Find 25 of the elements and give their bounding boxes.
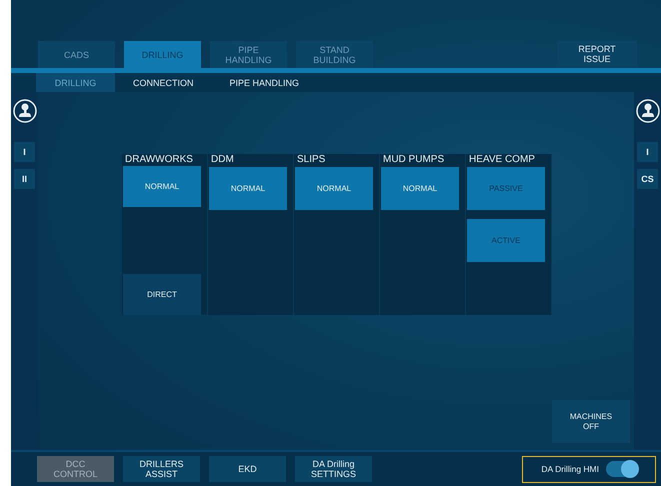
bottom-button[interactable]: DRILLERS ASSIST <box>123 456 200 482</box>
mode-button[interactable]: NORMAL <box>123 166 201 208</box>
machine-title: MUD PUMPS <box>382 154 446 166</box>
mode-button[interactable]: DIRECT <box>123 274 201 315</box>
subtab[interactable]: PIPE HANDLING <box>212 73 318 92</box>
rail-button[interactable]: I <box>637 142 658 162</box>
subtab[interactable]: CONNECTION <box>115 73 212 92</box>
report-issue-button[interactable]: REPORT ISSUE <box>557 41 637 67</box>
joystick-icon[interactable] <box>636 99 660 123</box>
mode-button[interactable]: NORMAL <box>295 167 373 210</box>
toggle-switch[interactable] <box>606 461 637 477</box>
rail-button[interactable]: II <box>14 169 35 189</box>
rail-button[interactable]: I <box>14 142 35 162</box>
mode-button[interactable]: NORMAL <box>209 167 287 210</box>
machine-title: HEAVE COMP <box>468 154 536 166</box>
bottom-button[interactable]: DA Drilling SETTINGS <box>295 456 372 482</box>
machine-title: DRAWWORKS <box>124 154 194 166</box>
machine-title: SLIPS <box>296 154 326 166</box>
bottom-button[interactable]: EKD <box>209 456 286 482</box>
rail-button[interactable]: CS <box>637 169 658 189</box>
machines-off-button[interactable]: MACHINES OFF <box>552 400 630 443</box>
mode-button[interactable]: NORMAL <box>381 167 459 210</box>
machine-title: DDM <box>210 154 235 166</box>
toggle-label: DA Drilling HMI <box>541 464 599 474</box>
joystick-icon[interactable] <box>12 99 36 123</box>
